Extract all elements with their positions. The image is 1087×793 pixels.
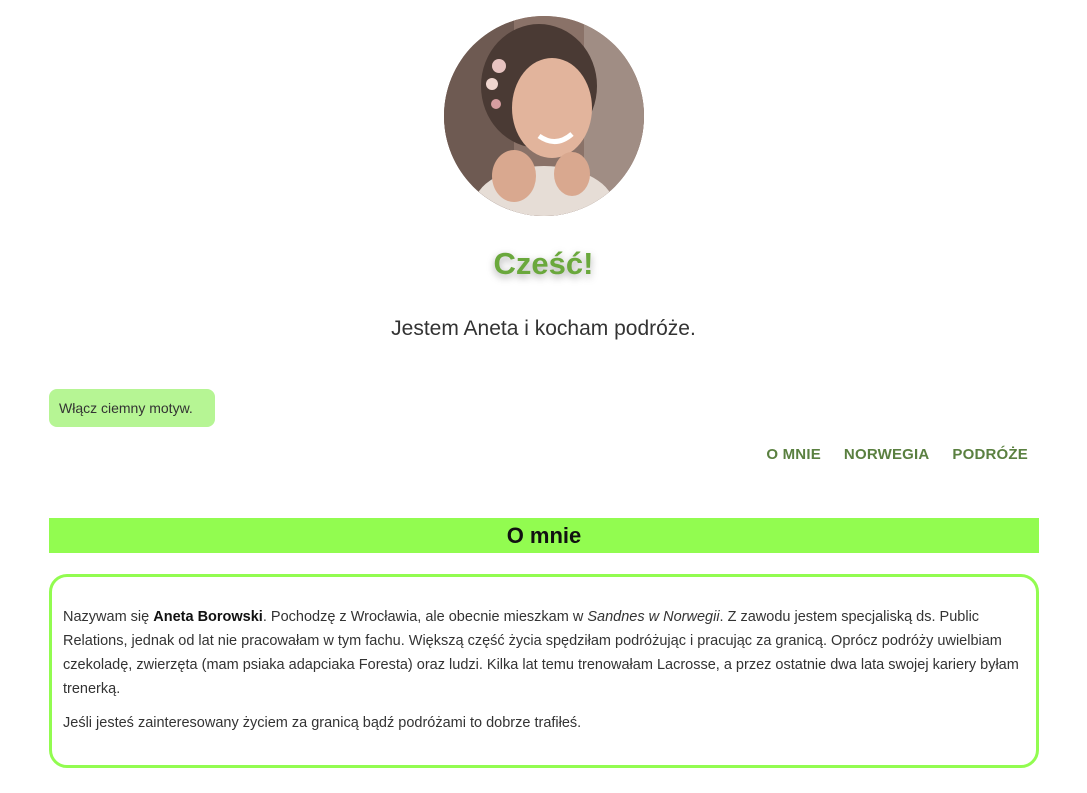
profile-photo	[444, 16, 644, 216]
about-section-heading: O mnie	[49, 518, 1039, 553]
about-p1-intro: Nazywam się	[63, 609, 154, 625]
about-content-box: Nazywam się Aneta Borowski. Pochodzę z W…	[49, 574, 1039, 768]
dark-theme-toggle-button[interactable]: Włącz ciemny motyw.	[49, 389, 215, 427]
nav-link-o-mnie[interactable]: O MNIE	[766, 446, 821, 463]
about-p1-mid: . Pochodzę z Wrocławia, ale obecnie mies…	[262, 609, 588, 625]
tagline: Jestem Aneta i kocham podróże.	[391, 317, 696, 340]
author-name: Aneta Borowski	[153, 609, 263, 625]
page: Cześć! Jestem Aneta i kocham podróże. Wł…	[0, 0, 1087, 793]
nav-link-norwegia[interactable]: NORWEGIA	[844, 446, 930, 463]
profile-avatar	[444, 16, 644, 216]
main-nav: O MNIE NORWEGIA PODRÓŻE	[766, 446, 1028, 463]
nav-link-podroze[interactable]: PODRÓŻE	[952, 446, 1028, 463]
location-text: Sandnes w Norwegii	[587, 609, 720, 625]
about-paragraph-1: Nazywam się Aneta Borowski. Pochodzę z W…	[63, 605, 1025, 701]
about-paragraph-2: Jeśli jesteś zainteresowany życiem za gr…	[63, 715, 582, 731]
greeting-heading: Cześć!	[493, 246, 594, 281]
